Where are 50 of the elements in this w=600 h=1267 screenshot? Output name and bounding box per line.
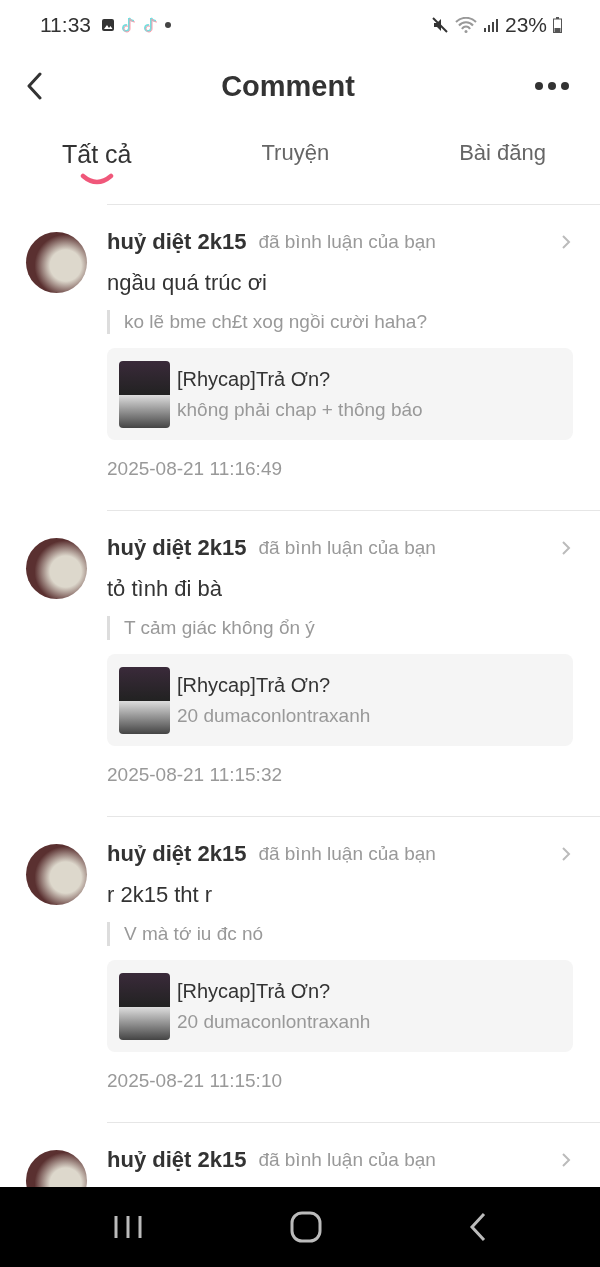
story-card[interactable]: [Rhycap]Trả Ơn? 20 dumaconlontraxanh <box>107 654 573 746</box>
clock-time: 11:33 <box>40 13 91 37</box>
dot-icon <box>165 22 171 28</box>
username[interactable]: huỷ diệt 2k15 <box>107 229 247 255</box>
recent-apps-icon[interactable] <box>113 1214 144 1240</box>
home-icon[interactable] <box>290 1211 322 1243</box>
avatar[interactable] <box>26 538 87 599</box>
timestamp: 2025-08-21 11:16:49 <box>107 458 284 480</box>
avatar[interactable] <box>26 844 87 905</box>
quoted-text: ko lẽ bme ch£t xog ngồi cười haha? <box>107 310 573 334</box>
page-title: Comment <box>221 69 355 103</box>
comment-text: ngầu quá trúc ơi <box>107 270 268 296</box>
avatar[interactable] <box>26 232 87 293</box>
action-text: đã bình luận của bạn <box>258 537 437 559</box>
cover-thumbnail <box>119 666 170 734</box>
action-text: đã bình luận của bạn <box>258 231 437 253</box>
story-title: [Rhycap]Trả Ơn? <box>177 673 332 697</box>
timestamp: 2025-08-21 11:15:32 <box>107 764 284 786</box>
more-icon <box>534 81 570 91</box>
username[interactable]: huỷ diệt 2k15 <box>107 1147 247 1173</box>
action-text: đã bình luận của bạn <box>258 1149 437 1171</box>
chapter-name: 20 dumaconlontraxanh <box>177 704 371 727</box>
tab[interactable]: Tất cả <box>62 140 132 194</box>
story-title: [Rhycap]Trả Ơn? <box>177 367 332 391</box>
story-title: [Rhycap]Trả Ơn? <box>177 979 332 1003</box>
comment-text: r 2k15 tht r <box>107 882 214 908</box>
action-text: đã bình luận của bạn <box>258 843 437 865</box>
cover-thumbnail <box>119 360 170 428</box>
story-card[interactable]: [Rhycap]Trả Ơn? 20 dumaconlontraxanh <box>107 960 573 1052</box>
comment-text: tỏ tình đi bà <box>107 576 223 602</box>
tab[interactable]: Truyện <box>261 140 330 194</box>
battery-icon <box>553 17 562 33</box>
music-note-icon <box>143 16 159 34</box>
chapter-name: 20 dumaconlontraxanh <box>177 1010 371 1033</box>
story-card[interactable]: [Rhycap]Trả Ơn? không phải chap + thông báo <box>107 348 573 440</box>
tab[interactable]: Bài đăng <box>459 140 546 194</box>
timestamp: 2025-08-21 11:15:10 <box>107 1070 284 1092</box>
username[interactable]: huỷ diệt 2k15 <box>107 841 247 867</box>
music-note-icon <box>121 16 137 34</box>
wifi-icon <box>454 17 477 33</box>
mute-icon <box>430 16 449 34</box>
username[interactable]: huỷ diệt 2k15 <box>107 535 247 561</box>
chapter-name: không phải chap + thông báo <box>177 398 423 421</box>
quoted-text: T cảm giác không ổn ý <box>107 616 573 640</box>
quoted-text: V mà tớ iu đc nó <box>107 922 573 946</box>
signal-icon <box>482 17 499 33</box>
cover-thumbnail <box>119 972 170 1040</box>
image-icon <box>101 18 115 32</box>
battery-percent: 23% <box>504 13 547 37</box>
back-icon[interactable] <box>468 1212 487 1242</box>
